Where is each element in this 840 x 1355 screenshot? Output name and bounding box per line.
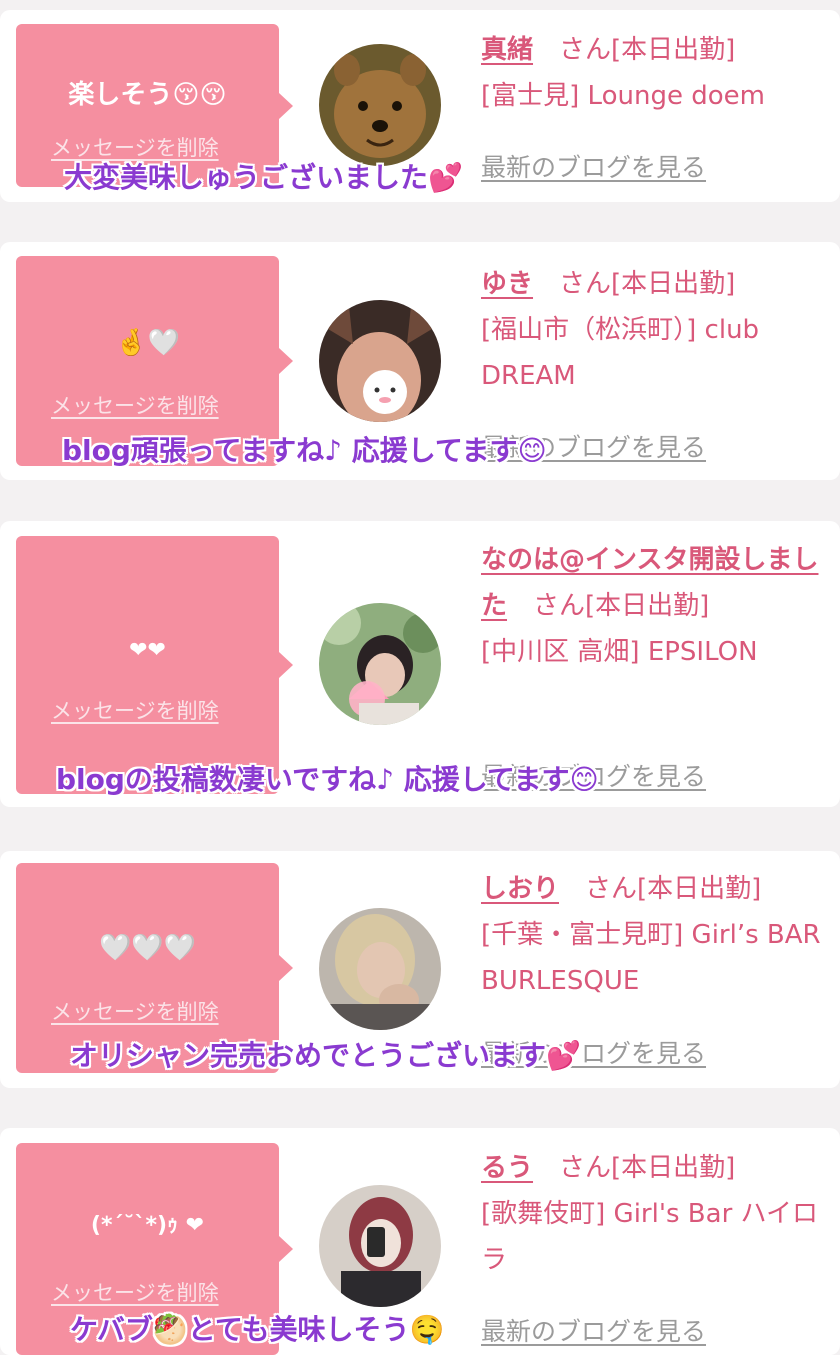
attendance-status: [本日出勤] [611, 1153, 736, 1183]
attendance-status: [本日出勤] [611, 35, 736, 65]
honorific: さん [585, 874, 638, 904]
delete-message-link[interactable]: メッセージを削除 [51, 390, 219, 420]
cast-name-link[interactable]: しおり [481, 874, 559, 904]
overlay-comment: ケバブ🥙とても美味しそう🤤 [70, 1313, 445, 1346]
honorific: さん [559, 1153, 612, 1183]
avatar[interactable] [319, 908, 441, 1030]
overlay-comment: 大変美味しゅうございました💕 [64, 161, 463, 194]
attendance-status: [本日出勤] [611, 269, 736, 299]
location-shop: [富士見] Lounge doem [481, 81, 765, 111]
message-text: 🤞🤍 [115, 328, 180, 358]
cast-name-link[interactable]: ゆき [481, 269, 533, 299]
message-text: (*´˘`*)ｩ ❤ [90, 1213, 205, 1238]
profile-info: しおり さん[本日出勤] [千葉・富士見町] Girl’s BAR BURLESQ… [481, 866, 826, 1004]
profile-info: るう さん[本日出勤] [歌舞伎町] Girl's Bar ハイロラ [481, 1145, 826, 1283]
delete-message-link[interactable]: メッセージを削除 [51, 695, 219, 725]
delete-message-link[interactable]: メッセージを削除 [51, 996, 219, 1026]
honorific: さん [533, 591, 586, 621]
overlay-comment: オリシャン完売おめでとうございます💕 [70, 1039, 581, 1072]
message-bubble: ❤❤ メッセージを削除 [16, 536, 293, 794]
message-text: 楽しそう😚😚 [68, 80, 227, 110]
avatar[interactable] [319, 44, 441, 166]
cast-name-link[interactable]: るう [481, 1153, 533, 1183]
avatar[interactable] [319, 603, 441, 725]
overlay-comment: blog頑張ってますね♪ 応援してます😊 [62, 434, 547, 467]
latest-blog-link[interactable]: 最新のブログを見る [481, 1312, 706, 1348]
profile-info: なのは@インスタ開設しました さん[本日出勤] [中川区 高畑] EPSILON [481, 537, 826, 675]
latest-blog-link[interactable]: 最新のブログを見る [481, 148, 706, 184]
profile-info: 真緒 さん[本日出勤] [富士見] Lounge doem [481, 27, 826, 119]
honorific: さん [559, 35, 612, 65]
location-shop: [千葉・富士見町] Girl’s BAR BURLESQUE [481, 920, 821, 996]
attendance-status: [本日出勤] [637, 874, 762, 904]
honorific: さん [559, 269, 612, 299]
avatar[interactable] [319, 300, 441, 422]
cast-name-link[interactable]: 真緒 [481, 35, 533, 65]
attendance-status: [本日出勤] [585, 591, 710, 621]
location-shop: [歌舞伎町] Girl's Bar ハイロラ [481, 1199, 818, 1275]
location-shop: [中川区 高畑] EPSILON [481, 637, 758, 667]
message-text: ❤❤ [129, 638, 166, 663]
location-shop: [福山市（松浜町）] club DREAM [481, 315, 760, 391]
overlay-comment: blogの投稿数凄いですね♪ 応援してます😊 [56, 763, 599, 796]
avatar[interactable] [319, 1185, 441, 1307]
profile-info: ゆき さん[本日出勤] [福山市（松浜町）] club DREAM [481, 261, 826, 399]
message-text: 🤍🤍🤍 [98, 933, 197, 963]
delete-message-link[interactable]: メッセージを削除 [51, 1277, 219, 1307]
